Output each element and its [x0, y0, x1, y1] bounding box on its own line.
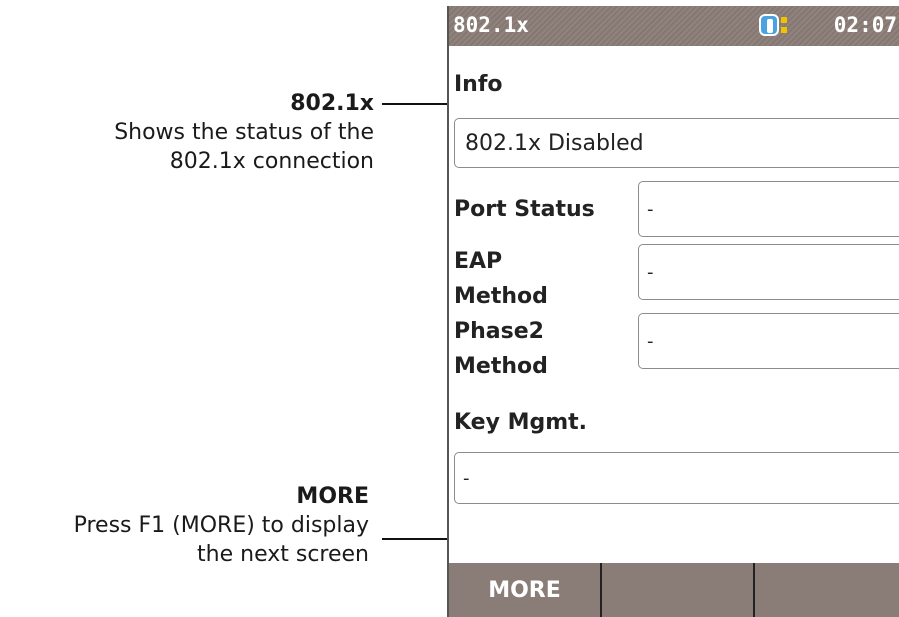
title-bar: 802.1x 02:07 [449, 6, 899, 46]
port-status-field: - [638, 181, 899, 237]
callout-more: MORE Press F1 (MORE) to display the next… [74, 483, 369, 569]
eap-method-field: - [638, 244, 899, 300]
phase2-method-label: Phase2 Method [454, 319, 548, 380]
callout-desc-line1: Shows the status of the [114, 120, 374, 145]
key-mgmt-field: - [454, 452, 899, 504]
eap-method-label-line1: EAP [454, 249, 503, 274]
softkey-bar: MORE [449, 563, 899, 617]
clock: 02:07 [833, 13, 897, 37]
callout-title: 802.1x [290, 91, 374, 116]
more-softkey[interactable]: MORE [449, 563, 602, 617]
callout-leader-line [382, 103, 454, 105]
eap-method-label: EAP Method [454, 249, 548, 310]
device-screen: 802.1x 02:07 Info 802.1x Disabled Port S… [447, 6, 899, 617]
battery-icon [759, 14, 787, 38]
softkey-f2[interactable] [602, 563, 755, 617]
eap-method-label-line2: Method [454, 284, 548, 309]
key-mgmt-label: Key Mgmt. [454, 410, 588, 435]
phase2-method-label-line2: Method [454, 354, 548, 379]
phase2-method-label-line1: Phase2 [454, 319, 544, 344]
callout-802-1x: 802.1x Shows the status of the 802.1x co… [114, 90, 374, 176]
callout-desc-line1: Press F1 (MORE) to display [73, 513, 369, 538]
screen-title: 802.1x [453, 13, 529, 37]
callout-desc-line2: the next screen [197, 542, 369, 567]
callout-leader-line [382, 538, 454, 540]
callout-desc-line2: 802.1x connection [169, 149, 374, 174]
info-label: Info [454, 72, 503, 97]
softkey-f3[interactable] [755, 563, 899, 617]
callout-title: MORE [296, 484, 369, 509]
info-field: 802.1x Disabled [454, 118, 899, 168]
phase2-method-field: - [638, 313, 899, 369]
port-status-label: Port Status [454, 197, 595, 222]
